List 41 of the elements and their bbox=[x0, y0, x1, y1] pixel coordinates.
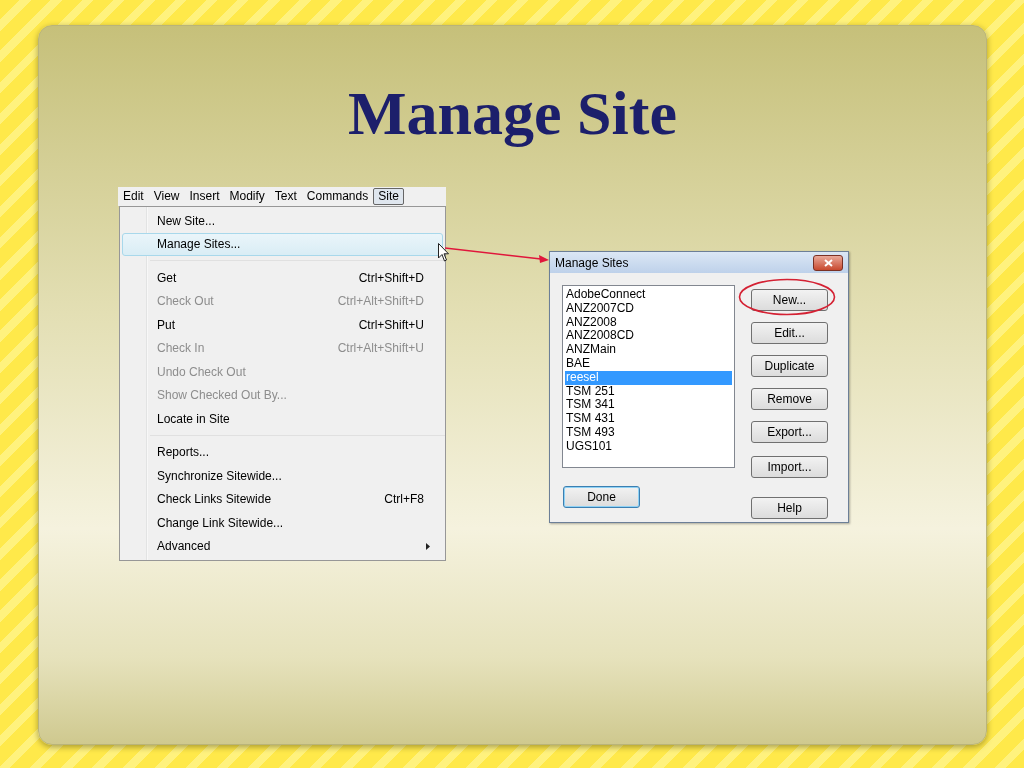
site-list-item[interactable]: ANZ2007CD bbox=[565, 301, 732, 316]
menu-item[interactable]: Locate in Site bbox=[122, 407, 443, 431]
site-list-item[interactable]: ANZMain bbox=[565, 343, 732, 357]
menu-item[interactable]: Check Links Sitewide Ctrl+F8 bbox=[122, 487, 443, 511]
menu-item[interactable]: Synchronize Sitewide... bbox=[122, 464, 443, 488]
menu-bar-item[interactable]: Text bbox=[269, 188, 302, 205]
site-list-item[interactable]: TSM 431 bbox=[565, 412, 732, 426]
menu-bar-item[interactable]: Edit bbox=[118, 188, 149, 205]
close-button[interactable] bbox=[813, 254, 843, 271]
slide-title: Manage Site bbox=[348, 78, 677, 149]
done-button[interactable]: Done bbox=[563, 486, 640, 508]
menu-bar-item[interactable]: Modify bbox=[224, 188, 270, 205]
site-list-item[interactable]: TSM 493 bbox=[565, 425, 732, 440]
dialog-button[interactable]: Export... bbox=[751, 421, 828, 443]
dialog-title: Manage Sites bbox=[555, 254, 630, 272]
site-list-item[interactable]: UGS101 bbox=[565, 439, 732, 454]
menu-item[interactable]: Change Link Sitewide... bbox=[122, 511, 443, 535]
dialog-button[interactable]: Import... bbox=[751, 456, 828, 478]
site-list-item[interactable]: AdobeConnect bbox=[565, 288, 732, 302]
mouse-cursor-icon bbox=[438, 243, 449, 262]
menu-bar-item[interactable]: Site bbox=[373, 188, 404, 205]
dialog-button[interactable]: Duplicate bbox=[751, 355, 828, 377]
menu-item[interactable]: Manage Sites... bbox=[122, 232, 443, 256]
menu-bar-item[interactable]: Commands bbox=[301, 188, 374, 205]
site-list-item[interactable]: BAE bbox=[565, 357, 732, 371]
menu-item[interactable]: New Site... bbox=[122, 209, 443, 233]
menu-item[interactable]: Put Ctrl+Shift+U bbox=[122, 313, 443, 337]
menu-bar-item[interactable]: View bbox=[148, 188, 185, 205]
menu-bar-item[interactable]: Insert bbox=[184, 188, 225, 205]
menu-item[interactable]: Get Ctrl+Shift+D bbox=[122, 266, 443, 290]
dialog-button[interactable]: Edit... bbox=[751, 322, 828, 344]
dialog-button[interactable]: Remove bbox=[751, 388, 828, 410]
help-button[interactable]: Help bbox=[751, 497, 828, 519]
menu-item[interactable]: Advanced bbox=[122, 534, 443, 558]
site-list-item[interactable]: ANZ2008 bbox=[565, 315, 732, 330]
site-list-item[interactable]: ANZ2008CD bbox=[565, 329, 732, 344]
menu-item[interactable]: Reports... bbox=[122, 440, 443, 464]
site-list-item[interactable]: TSM 251 bbox=[565, 384, 732, 399]
dialog-button[interactable]: New... bbox=[751, 289, 828, 311]
site-list-item[interactable]: TSM 341 bbox=[565, 398, 732, 413]
close-icon bbox=[823, 258, 833, 267]
